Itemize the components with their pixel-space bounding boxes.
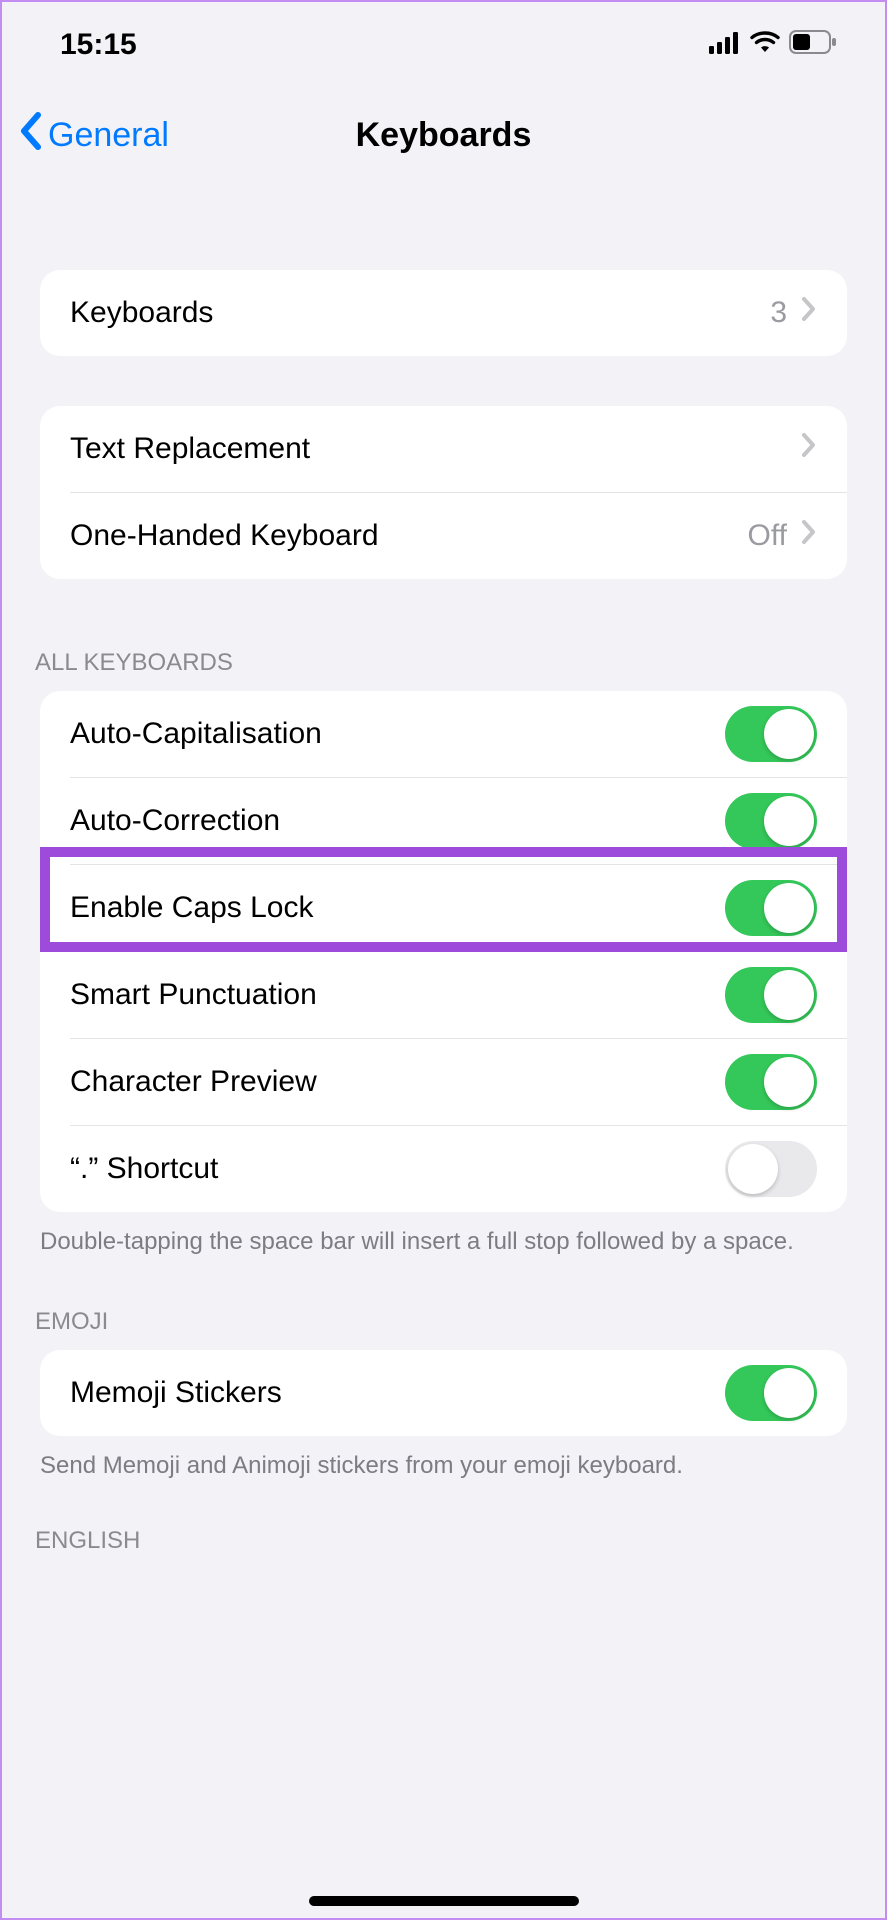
row-auto-correction: Auto-Correction: [40, 778, 847, 864]
row-memoji-stickers: Memoji Stickers: [40, 1350, 847, 1436]
row-label: “.” Shortcut: [70, 1152, 725, 1186]
row-smart-punctuation: Smart Punctuation: [40, 952, 847, 1038]
toggle-character-preview[interactable]: [725, 1054, 817, 1110]
section-footer-emoji: Send Memoji and Animoji stickers from yo…: [0, 1436, 887, 1482]
cellular-icon: [709, 28, 741, 62]
row-enable-caps-lock: Enable Caps Lock: [40, 865, 847, 951]
section-header-all-keyboards: ALL KEYBOARDS: [0, 649, 887, 691]
row-auto-capitalisation: Auto-Capitalisation: [40, 691, 847, 777]
chevron-right-icon: [801, 296, 817, 330]
home-indicator[interactable]: [309, 1896, 579, 1906]
row-label: Smart Punctuation: [70, 978, 725, 1012]
status-bar: 15:15: [0, 0, 887, 90]
section-header-emoji: EMOJI: [0, 1308, 887, 1350]
toggle-smart-punctuation[interactable]: [725, 967, 817, 1023]
back-button[interactable]: General: [18, 112, 169, 159]
wifi-icon: [749, 28, 781, 62]
group-text-settings: Text Replacement One-Handed Keyboard Off: [40, 406, 847, 579]
group-keyboards-list: Keyboards 3: [40, 270, 847, 356]
toggle-period-shortcut[interactable]: [725, 1141, 817, 1197]
row-label: Enable Caps Lock: [70, 891, 725, 925]
section-footer-all-keyboards: Double-tapping the space bar will insert…: [0, 1212, 887, 1258]
row-value: Off: [748, 519, 787, 553]
row-keyboards[interactable]: Keyboards 3: [40, 270, 847, 356]
chevron-right-icon: [801, 519, 817, 553]
nav-header: General Keyboards: [0, 90, 887, 180]
battery-icon: [789, 28, 837, 62]
row-label: One-Handed Keyboard: [70, 519, 748, 553]
row-one-handed-keyboard[interactable]: One-Handed Keyboard Off: [40, 493, 847, 579]
row-label: Memoji Stickers: [70, 1376, 725, 1410]
row-text-replacement[interactable]: Text Replacement: [40, 406, 847, 492]
section-header-english: ENGLISH: [0, 1527, 887, 1569]
chevron-left-icon: [18, 112, 42, 159]
group-all-keyboards: Auto-Capitalisation Auto-Correction Enab…: [40, 691, 847, 1212]
page-title: Keyboards: [356, 116, 532, 155]
status-right-cluster: [709, 28, 837, 62]
row-label: Auto-Correction: [70, 804, 725, 838]
toggle-auto-correction[interactable]: [725, 793, 817, 849]
row-value: 3: [770, 296, 787, 330]
group-emoji: Memoji Stickers: [40, 1350, 847, 1436]
toggle-auto-capitalisation[interactable]: [725, 706, 817, 762]
row-character-preview: Character Preview: [40, 1039, 847, 1125]
back-label: General: [48, 116, 169, 155]
toggle-memoji-stickers[interactable]: [725, 1365, 817, 1421]
row-period-shortcut: “.” Shortcut: [40, 1126, 847, 1212]
chevron-right-icon: [801, 432, 817, 466]
row-label: Text Replacement: [70, 432, 801, 466]
row-label: Auto-Capitalisation: [70, 717, 725, 751]
status-time: 15:15: [60, 28, 137, 62]
toggle-enable-caps-lock[interactable]: [725, 880, 817, 936]
row-label: Keyboards: [70, 296, 770, 330]
row-label: Character Preview: [70, 1065, 725, 1099]
